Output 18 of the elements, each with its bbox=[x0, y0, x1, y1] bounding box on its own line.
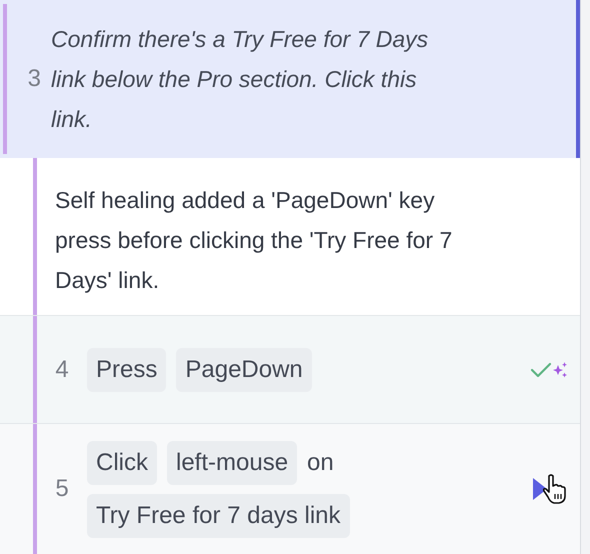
play-icon[interactable] bbox=[532, 477, 548, 501]
step-number: 5 bbox=[54, 474, 70, 504]
hand-cursor-icon bbox=[542, 473, 568, 505]
step-number: 3 bbox=[26, 64, 42, 94]
step-row[interactable]: 5 Click left-mouse on Try Free for 7 days link bbox=[0, 423, 580, 554]
action-token: Try Free for 7 days link bbox=[87, 494, 350, 538]
step-row[interactable]: 4 Press PageDown bbox=[0, 315, 580, 423]
action-token: PageDown bbox=[176, 348, 312, 392]
step-instruction: Confirm there's a Try Free for 7 Days link below the Pro section. Click this link. bbox=[51, 25, 430, 134]
scrollbar[interactable] bbox=[580, 0, 590, 554]
step-row[interactable]: 3 Confirm there's a Try Free for 7 Days link below the Pro section. Click this link. bbox=[0, 0, 580, 158]
action-token: left-mouse bbox=[167, 440, 298, 484]
action-text: on bbox=[307, 448, 334, 478]
step-number: 4 bbox=[54, 354, 70, 384]
healing-note: Self healing added a 'PageDown' key press before clicking the 'Try Free for 7 Days' link. bbox=[54, 186, 454, 295]
action-token: Press bbox=[87, 348, 166, 392]
sparkle-icon bbox=[552, 360, 568, 378]
action-token: Click bbox=[87, 440, 157, 484]
